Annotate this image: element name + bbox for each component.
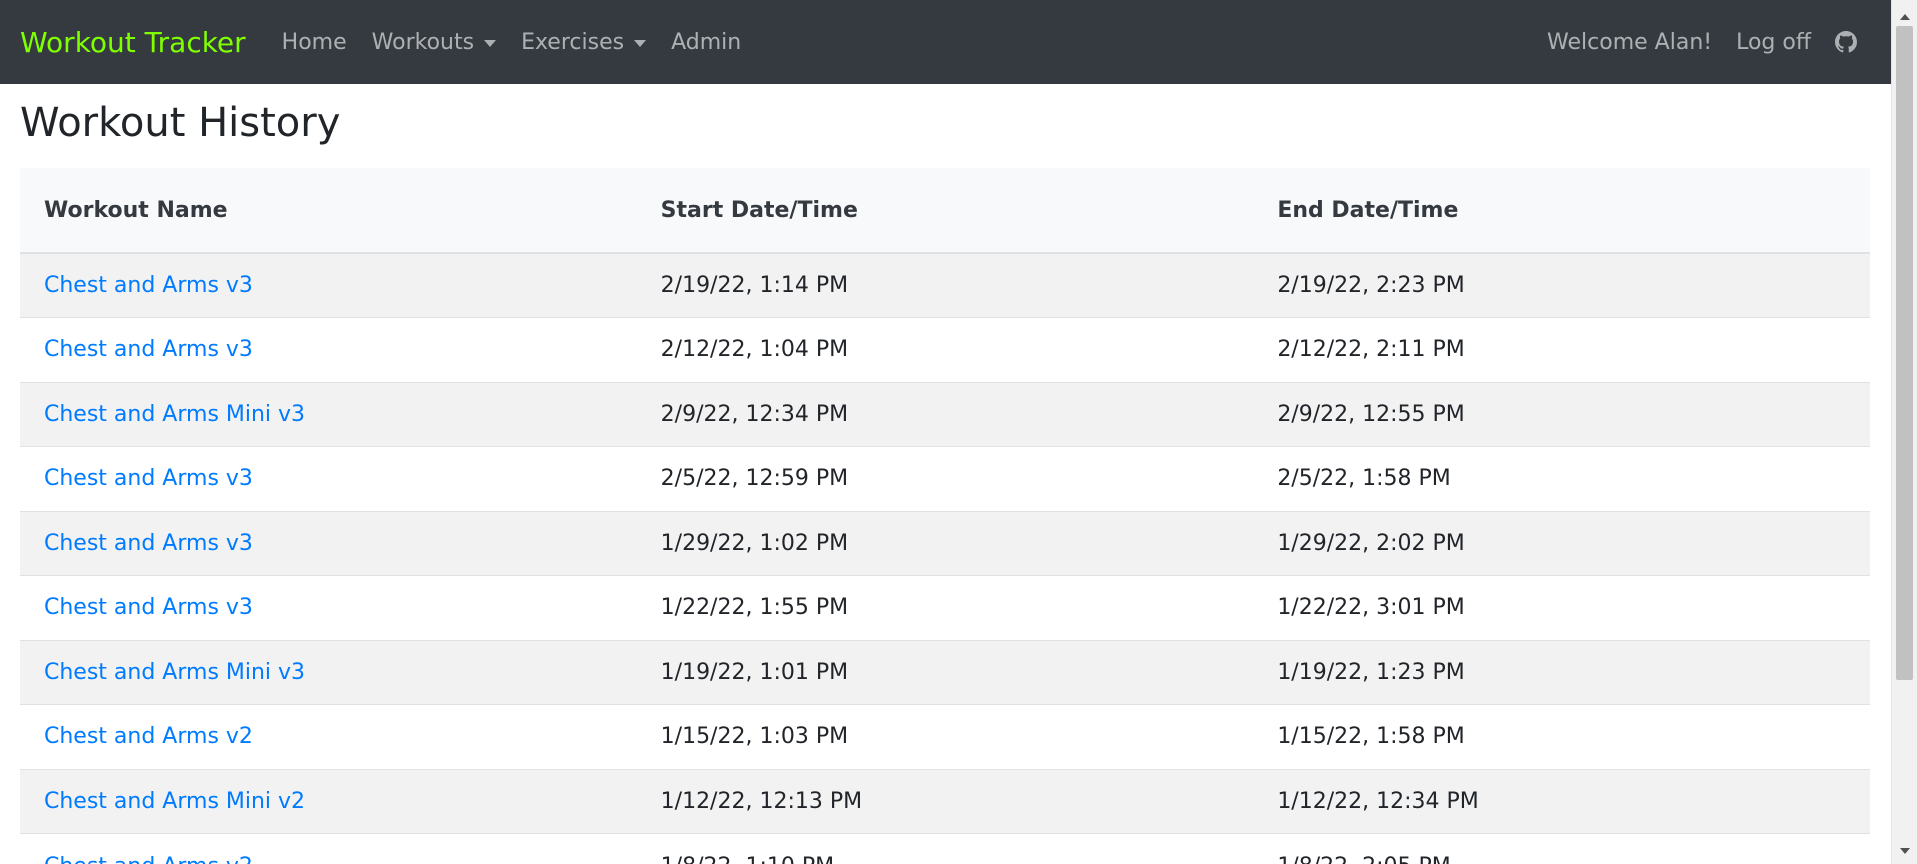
start-datetime-cell: 2/5/22, 12:59 PM bbox=[660, 466, 849, 492]
workout-name-cell: Chest and Arms v2 bbox=[20, 705, 637, 770]
nav-links: Home Workouts Exercises Admin bbox=[282, 30, 767, 55]
workout-name-link[interactable]: Chest and Arms v2 bbox=[44, 724, 253, 749]
workout-name-link[interactable]: Chest and Arms v2 bbox=[44, 854, 253, 864]
page-title: Workout History bbox=[20, 100, 341, 146]
workout-name-cell: Chest and Arms v3 bbox=[20, 576, 637, 641]
end-datetime-cell: 2/5/22, 1:58 PM bbox=[1277, 466, 1451, 492]
workout-name-link[interactable]: Chest and Arms v3 bbox=[44, 273, 253, 298]
github-icon[interactable] bbox=[1835, 31, 1857, 53]
start-datetime-cell: 2/19/22, 1:14 PM bbox=[660, 273, 849, 298]
table-row: Chest and Arms v3 2/19/22, 1:14 PM 2/19/22… bbox=[20, 253, 1870, 318]
end-datetime-cell: 1/29/22, 2:02 PM bbox=[1277, 530, 1465, 556]
nav-admin-link[interactable]: Admin bbox=[671, 30, 741, 55]
start-datetime-cell: 2/9/22, 12:34 PM bbox=[660, 401, 849, 427]
start-datetime-cell: 1/15/22, 1:03 PM bbox=[660, 724, 849, 750]
end-datetime-cell: 1/12/22, 12:34 PM bbox=[1277, 788, 1479, 814]
start-datetime-cell: 1/12/22, 12:13 PM bbox=[660, 788, 863, 814]
caret-down-icon bbox=[484, 39, 497, 47]
end-datetime-cell: 1/19/22, 1:23 PM bbox=[1277, 659, 1465, 685]
scroll-up-arrow-icon[interactable] bbox=[1900, 14, 1910, 20]
workout-name-cell: Chest and Arms Mini v3 bbox=[20, 382, 637, 447]
start-datetime-cell: 1/22/22, 1:55 PM bbox=[660, 595, 849, 621]
nav-home-label: Home bbox=[281, 29, 347, 55]
workout-name-link[interactable]: Chest and Arms Mini v3 bbox=[44, 402, 305, 427]
welcome-user-link[interactable]: Welcome Alan! bbox=[1547, 30, 1712, 55]
column-header-start-datetime: Start Date/Time bbox=[636, 168, 1254, 254]
end-datetime-cell: 2/9/22, 12:55 PM bbox=[1277, 401, 1465, 427]
logoff-link[interactable]: Log off bbox=[1736, 30, 1811, 55]
workout-name-link[interactable]: Chest and Arms v3 bbox=[44, 531, 253, 556]
vertical-scrollbar[interactable] bbox=[1891, 0, 1917, 864]
nav-workouts-label: Workouts bbox=[371, 29, 475, 55]
workout-name-link[interactable]: Chest and Arms v3 bbox=[44, 595, 253, 620]
workout-name-cell: Chest and Arms v3 bbox=[20, 447, 637, 512]
nav-user-area: Welcome Alan! Log off bbox=[1547, 30, 1871, 55]
table-row: Chest and Arms Mini v3 1/19/22, 1:01 PM 1/… bbox=[20, 640, 1870, 705]
table-row: Chest and Arms v3 2/5/22, 12:59 PM 2/5/22,… bbox=[20, 446, 1870, 512]
page: Workout Tracker Home Workouts Exercises … bbox=[0, 0, 1917, 864]
column-header-end-datetime: End Date/Time bbox=[1253, 168, 1870, 254]
table-row: Chest and Arms v2 1/15/22, 1:03 PM 1/15/22… bbox=[20, 704, 1870, 770]
table-row: Chest and Arms v2 1/8/22, 1:10 PM1/8/22, … bbox=[20, 833, 1870, 864]
start-datetime-cell: 1/19/22, 1:01 PM bbox=[660, 659, 849, 685]
nav-home-link[interactable]: Home bbox=[282, 30, 347, 55]
nav-workouts-dropdown[interactable]: Workouts bbox=[371, 29, 497, 55]
end-datetime-cell: 2/19/22, 2:23 PM bbox=[1277, 273, 1465, 298]
workout-name-link[interactable]: Chest and Arms v3 bbox=[44, 337, 253, 362]
end-datetime-cell: 1/15/22, 1:58 PM bbox=[1277, 724, 1465, 750]
workout-name-link[interactable]: Chest and Arms Mini v2 bbox=[44, 789, 305, 814]
workout-name-link[interactable]: Chest and Arms Mini v3 bbox=[44, 660, 305, 685]
caret-down-icon bbox=[634, 39, 647, 47]
column-header-workout-name: Workout Name bbox=[20, 168, 637, 254]
nav-exercises-dropdown[interactable]: Exercises bbox=[521, 29, 647, 55]
workout-name-cell: Chest and Arms Mini v2 bbox=[20, 769, 637, 834]
table-header-row: Workout Name Start Date/Time End Date/Ti… bbox=[20, 168, 1870, 254]
table-row: Chest and Arms Mini v2 1/12/22, 12:13 PM 1… bbox=[20, 769, 1870, 834]
workout-history-table-container: Workout Name Start Date/Time End Date/Ti… bbox=[20, 168, 1870, 864]
workout-name-link[interactable]: Chest and Arms v3 bbox=[44, 466, 253, 491]
table-row: Chest and Arms v3 2/12/22, 1:04 PM 2/12/22… bbox=[20, 317, 1870, 383]
table-row: Chest and Arms Mini v3 2/9/22, 12:34 PM 2/… bbox=[20, 382, 1870, 447]
workout-name-cell: Chest and Arms v2 bbox=[20, 834, 637, 864]
workout-name-cell: Chest and Arms v3 bbox=[20, 318, 637, 383]
end-datetime-cell: 2/12/22, 2:11 PM bbox=[1277, 337, 1465, 363]
table-header: Workout Name Start Date/Time End Date/Ti… bbox=[20, 168, 1870, 254]
top-navbar: Workout Tracker Home Workouts Exercises … bbox=[0, 0, 1891, 84]
nav-exercises-label: Exercises bbox=[521, 29, 625, 55]
start-datetime-cell: 2/12/22, 1:04 PM bbox=[660, 337, 849, 363]
workout-name-cell: Chest and Arms v3 bbox=[20, 253, 637, 318]
end-datetime-cell: 1/22/22, 3:01 PM bbox=[1277, 595, 1465, 621]
workout-name-cell: Chest and Arms Mini v3 bbox=[20, 640, 637, 705]
start-datetime-cell: 1/29/22, 1:02 PM bbox=[660, 530, 849, 556]
table-row: Chest and Arms v3 1/22/22, 1:55 PM 1/22/22… bbox=[20, 575, 1870, 641]
workout-history-table: Workout Name Start Date/Time End Date/Ti… bbox=[20, 168, 1870, 864]
table-body: Chest and Arms v3 2/19/22, 1:14 PM 2/19/22… bbox=[20, 253, 1870, 864]
scroll-down-arrow-icon[interactable] bbox=[1900, 848, 1910, 854]
workout-name-cell: Chest and Arms v3 bbox=[20, 511, 637, 576]
brand-link[interactable]: Workout Tracker bbox=[20, 26, 246, 59]
nav-admin-label: Admin bbox=[671, 29, 742, 55]
table-row: Chest and Arms v3 1/29/22, 1:02 PM 1/29/22… bbox=[20, 511, 1870, 576]
end-datetime-cell: 1/8/22, 2:05 PM bbox=[1253, 834, 1870, 864]
scrollbar-thumb[interactable] bbox=[1896, 26, 1913, 680]
start-datetime-cell: 1/8/22, 1:10 PM bbox=[637, 834, 1254, 864]
